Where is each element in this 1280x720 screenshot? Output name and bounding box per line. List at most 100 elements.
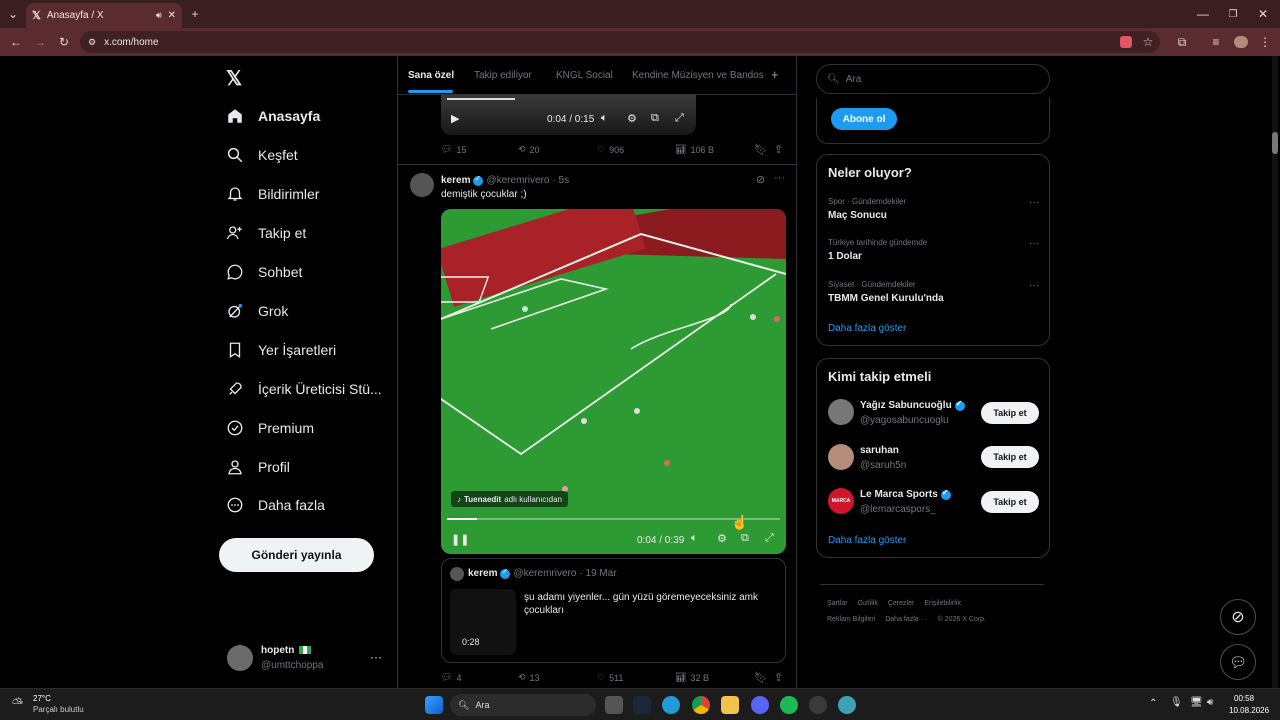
quote-card[interactable]: kerem @keremrivero · 19 Mar 0:28 şu adam… [441,558,786,663]
bookmark-action-icon[interactable]: 🔖︎ [754,671,768,684]
post-button[interactable]: Gönderi yayınla [219,538,374,572]
footer-link[interactable]: Erişilebilirlik [924,600,961,607]
trend-name[interactable]: Maç Sonucu [828,210,887,221]
grok-post-icon[interactable]: ⊘ [756,173,765,186]
profile-avatar[interactable] [1234,36,1248,48]
nav-more[interactable]: Daha fazla [226,490,325,520]
scrollbar-thumb[interactable] [1272,132,1278,154]
play-icon[interactable]: ▶ [451,112,459,125]
windows-start-icon[interactable] [425,696,443,714]
weather-temp[interactable]: 27°C [33,694,51,703]
forward-icon[interactable]: → [32,34,48,50]
nav-follow[interactable]: Takip et [226,218,306,248]
pause-icon[interactable]: ❚❚ [451,533,469,546]
bookmark-star-icon[interactable]: ☆ [1140,34,1156,50]
fullscreen-icon[interactable]: ⤢ [765,532,774,545]
prev-video[interactable]: ▶ 0:04 / 0:15 🔈︎ ⚙ ⧉ ⤢ [441,95,696,135]
network-icon[interactable]: 🖥︎ [1190,697,1203,708]
post-more-icon[interactable]: ··· [774,172,785,184]
steam-icon[interactable] [633,696,651,714]
le-marca-logo-icon[interactable]: MARCA [828,488,854,514]
follow-button[interactable]: Takip et [981,446,1039,468]
volume-icon[interactable]: 🔈︎ [691,532,698,545]
close-window-icon[interactable]: ✕ [1256,6,1270,22]
extension-record-icon[interactable] [1120,36,1132,48]
suggestion-name-row[interactable]: Yağız Sabuncuoğlu [860,399,965,411]
search-input[interactable]: Ara [846,74,862,85]
like-count[interactable]: ♡ 511 [597,672,623,683]
suggestion-name-row[interactable]: Le Marca Sports [860,488,951,500]
reply-count[interactable]: 💬︎ 4 [441,672,461,683]
video-credit[interactable]: ♪ Tuenaedit adlı kullanıcıdan [451,491,569,507]
footer-link[interactable]: Çerezler [888,600,914,607]
reload-icon[interactable]: ↻ [56,34,72,50]
pip-icon[interactable]: ⧉ [651,112,659,125]
author-name[interactable]: kerem [441,175,470,186]
taskbar-search[interactable]: 🔍︎ Ara [450,694,596,716]
account-avatar[interactable] [227,645,253,671]
minimize-icon[interactable]: — [1196,6,1210,22]
share-icon[interactable]: ⇪ [774,671,783,684]
prev-video-progress[interactable] [447,98,515,100]
prev-repost-count[interactable]: ⟲ 20 [518,144,540,155]
post-video[interactable]: ♪ Tuenaedit adlı kullanıcıdan ❚❚ 0:04 / … [441,209,786,554]
nav-chat[interactable]: Sohbet [226,257,302,287]
weather-icon[interactable]: ⛅︎ [12,695,23,712]
browser-tab[interactable]: 𝕏 Anasayfa / X 🔊︎ ✕ [26,3,182,28]
nav-bookmarks[interactable]: Yer İşaretleri [226,335,336,365]
new-tab-icon[interactable]: + [188,6,202,22]
volume-icon[interactable]: 🔈︎ [601,112,608,125]
tray-chevron-icon[interactable]: ⌃ [1149,698,1157,709]
nav-home[interactable]: Anasayfa [226,101,320,131]
file-explorer-icon[interactable] [721,696,739,714]
fullscreen-icon[interactable]: ⤢ [675,112,684,125]
suggestion-name[interactable]: saruhan [860,445,899,456]
add-tab-icon[interactable]: + [771,67,779,82]
follow-button[interactable]: Takip et [981,491,1039,513]
post-time[interactable]: · 5s [552,175,569,186]
clock-time[interactable]: 00:58 [1234,694,1254,703]
scrollbar[interactable] [1272,56,1278,688]
globe-app-icon[interactable] [838,696,856,714]
back-icon[interactable]: ← [8,34,24,50]
trends-show-more[interactable]: Daha fazla göster [828,323,906,334]
chrome-icon[interactable] [692,696,710,714]
trend-more-icon[interactable]: ··· [1029,280,1039,291]
settings-icon[interactable]: ⚙ [717,532,727,545]
nav-notifications[interactable]: Bildirimler [226,179,319,209]
prev-view-count[interactable]: 📊︎ 106 B [675,144,714,155]
restore-icon[interactable]: ❐ [1226,6,1240,22]
footer-link[interactable]: Daha fazla ··· [885,616,927,623]
volume-icon[interactable]: 🔊︎ [1207,697,1213,708]
prev-like-count[interactable]: ♡ 906 [597,144,624,155]
subscribe-button[interactable]: Abone ol [831,108,897,130]
bookmark-action-icon[interactable]: 🔖︎ [754,143,768,156]
prev-reply-count[interactable]: 💬︎ 15 [441,144,466,155]
trend-more-icon[interactable]: ··· [1029,197,1039,208]
quote-video-thumb[interactable]: 0:28 [450,589,516,655]
tab-kngl-social[interactable]: KNGL Social [556,70,613,81]
tab-following[interactable]: Takip ediliyor [474,70,532,81]
share-icon[interactable]: ⇪ [774,143,783,156]
pip-icon[interactable]: ⧉ [741,532,749,545]
footer-link[interactable]: Reklam Bilgileri [827,616,875,623]
app-icon[interactable] [809,696,827,714]
edge-icon[interactable] [662,696,680,714]
trend-name[interactable]: 1 Dolar [828,251,862,262]
search-box[interactable]: 🔍︎ Ara [816,64,1050,94]
discord-icon[interactable] [751,696,769,714]
trend-more-icon[interactable]: ··· [1029,238,1039,249]
follow-button[interactable]: Takip et [981,402,1039,424]
author-handle[interactable]: @keremrivero [486,175,549,186]
clock-date[interactable]: 10.08.2026 [1229,706,1269,715]
task-view-icon[interactable] [605,696,623,714]
suggestion-avatar[interactable] [828,444,854,470]
media-icon[interactable]: ≡ [1208,34,1224,50]
site-info-icon[interactable]: ⚙ [88,37,96,48]
footer-link[interactable]: Şartlar [827,600,848,607]
microphone-icon[interactable]: 🎙︎ [1170,697,1183,708]
trend-name[interactable]: TBMM Genel Kurulu'nda [828,293,944,304]
settings-icon[interactable]: ⚙ [627,112,637,125]
tab-musician[interactable]: Kendine Müzisyen ve Bandos [632,70,764,81]
menu-kebab-icon[interactable]: ⋮ [1258,34,1272,50]
